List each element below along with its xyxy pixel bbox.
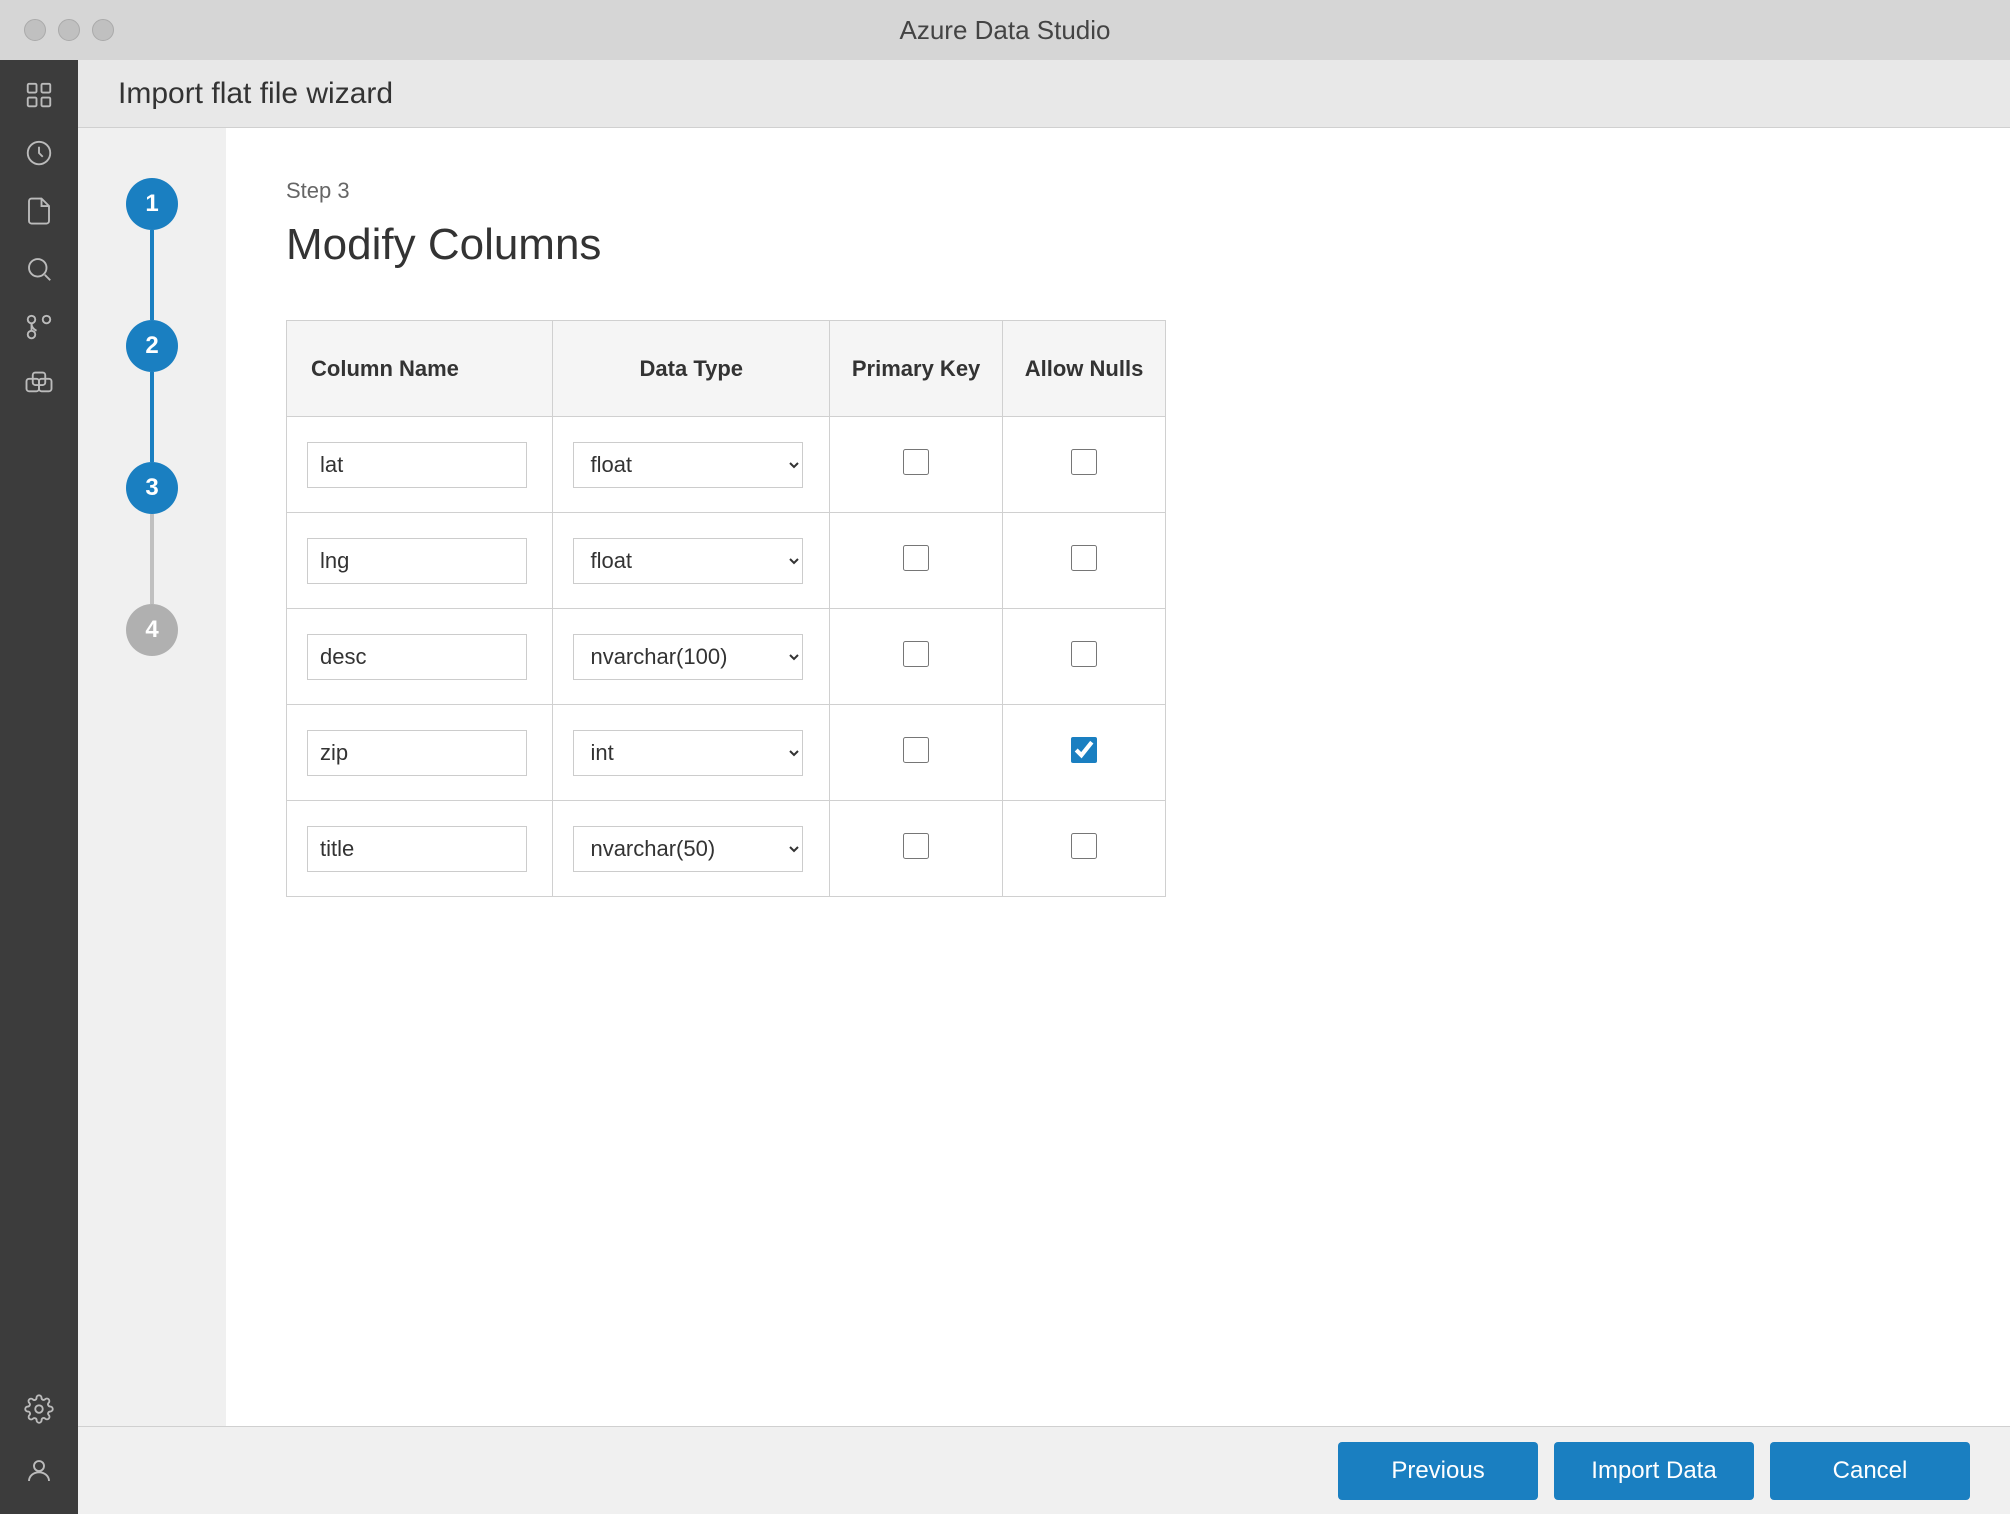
col-type-select-1[interactable]: floatintnvarchar(50)nvarchar(100)nvarcha…	[573, 538, 803, 584]
content-area: Import flat file wizard 1 2 3 4	[78, 60, 2010, 1514]
col-header-pk: Primary Key	[830, 321, 1003, 417]
sidebar-item-explorer[interactable]	[12, 68, 66, 122]
col-name-input-4[interactable]	[307, 826, 527, 872]
col-header-nulls: Allow Nulls	[1003, 321, 1166, 417]
sidebar-item-file[interactable]	[12, 184, 66, 238]
col-type-select-3[interactable]: floatintnvarchar(50)nvarchar(100)nvarcha…	[573, 730, 803, 776]
table-row: floatintnvarchar(50)nvarchar(100)nvarcha…	[287, 417, 1166, 513]
col-null-checkbox-1[interactable]	[1071, 545, 1097, 571]
col-null-checkbox-0[interactable]	[1071, 449, 1097, 475]
columns-table: Column Name Data Type Primary Key Allow …	[286, 320, 1166, 897]
col-pk-checkbox-3[interactable]	[903, 737, 929, 763]
step-label: Step 3	[286, 178, 1950, 204]
app-body: Import flat file wizard 1 2 3 4	[0, 60, 2010, 1514]
sidebar-item-account[interactable]	[12, 1444, 66, 1498]
col-name-input-2[interactable]	[307, 634, 527, 680]
maximize-button[interactable]	[92, 19, 114, 41]
step-4: 4	[126, 604, 178, 656]
sidebar	[0, 60, 78, 1514]
col-header-name: Column Name	[287, 321, 553, 417]
col-null-checkbox-2[interactable]	[1071, 641, 1097, 667]
col-pk-checkbox-4[interactable]	[903, 833, 929, 859]
col-type-select-4[interactable]: floatintnvarchar(50)nvarchar(100)nvarcha…	[573, 826, 803, 872]
step-2-circle: 2	[126, 320, 178, 372]
col-null-checkbox-3[interactable]	[1071, 737, 1097, 763]
table-row: floatintnvarchar(50)nvarchar(100)nvarcha…	[287, 609, 1166, 705]
col-name-input-1[interactable]	[307, 538, 527, 584]
col-name-input-3[interactable]	[307, 730, 527, 776]
col-pk-checkbox-0[interactable]	[903, 449, 929, 475]
minimize-button[interactable]	[58, 19, 80, 41]
col-name-input-0[interactable]	[307, 442, 527, 488]
table-row: floatintnvarchar(50)nvarchar(100)nvarcha…	[287, 705, 1166, 801]
step-1-circle: 1	[126, 178, 178, 230]
header-bar: Import flat file wizard	[78, 60, 2010, 128]
step-4-circle: 4	[126, 604, 178, 656]
wizard-title: Import flat file wizard	[118, 77, 393, 111]
title-bar: Azure Data Studio	[0, 0, 2010, 60]
sidebar-item-history[interactable]	[12, 126, 66, 180]
step-3-circle: 3	[126, 462, 178, 514]
sidebar-bottom	[12, 1382, 66, 1514]
wizard-body: 1 2 3 4 Step 3 Modify Columns	[78, 128, 2010, 1426]
step-line-1-2	[150, 230, 154, 320]
sidebar-item-extensions[interactable]	[12, 358, 66, 412]
sidebar-item-git[interactable]	[12, 300, 66, 354]
previous-button[interactable]: Previous	[1338, 1442, 1538, 1500]
table-row: floatintnvarchar(50)nvarchar(100)nvarcha…	[287, 513, 1166, 609]
import-button[interactable]: Import Data	[1554, 1442, 1754, 1500]
steps-sidebar: 1 2 3 4	[78, 128, 226, 1426]
sidebar-item-search[interactable]	[12, 242, 66, 296]
sidebar-item-settings[interactable]	[12, 1382, 66, 1436]
col-pk-checkbox-2[interactable]	[903, 641, 929, 667]
window-title: Azure Data Studio	[899, 15, 1110, 46]
footer: Previous Import Data Cancel	[78, 1426, 2010, 1514]
step-line-3-4	[150, 514, 154, 604]
col-pk-checkbox-1[interactable]	[903, 545, 929, 571]
wizard-main-content: Step 3 Modify Columns Column Name Data T…	[226, 128, 2010, 1426]
col-type-select-0[interactable]: floatintnvarchar(50)nvarchar(100)nvarcha…	[573, 442, 803, 488]
table-row: floatintnvarchar(50)nvarchar(100)nvarcha…	[287, 801, 1166, 897]
step-2: 2	[126, 320, 178, 462]
step-3: 3	[126, 462, 178, 604]
step-heading: Modify Columns	[286, 220, 1950, 270]
col-type-select-2[interactable]: floatintnvarchar(50)nvarchar(100)nvarcha…	[573, 634, 803, 680]
col-header-type: Data Type	[553, 321, 830, 417]
step-line-2-3	[150, 372, 154, 462]
col-null-checkbox-4[interactable]	[1071, 833, 1097, 859]
close-button[interactable]	[24, 19, 46, 41]
step-1: 1	[126, 178, 178, 320]
traffic-lights	[24, 19, 114, 41]
cancel-button[interactable]: Cancel	[1770, 1442, 1970, 1500]
